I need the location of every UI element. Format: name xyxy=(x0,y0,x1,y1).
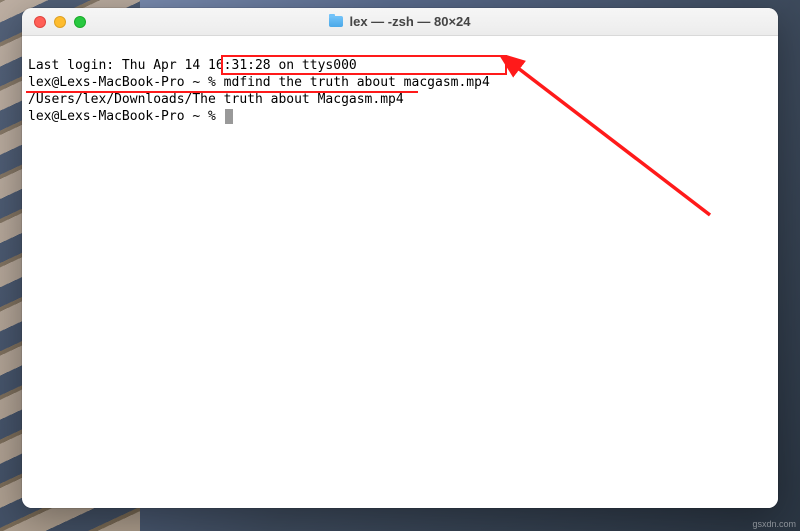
maximize-icon[interactable] xyxy=(74,16,86,28)
watermark: gsxdn.com xyxy=(752,519,796,529)
window-title: lex — -zsh — 80×24 xyxy=(349,14,470,29)
result-line: /Users/lex/Downloads/The truth about Mac… xyxy=(28,91,772,108)
traffic-lights xyxy=(22,16,86,28)
shell-prompt: lex@Lexs-MacBook-Pro ~ % xyxy=(28,75,224,90)
terminal-content[interactable]: Last login: Thu Apr 14 16:31:28 on ttys0… xyxy=(22,36,778,508)
prompt-line: lex@Lexs-MacBook-Pro ~ % xyxy=(28,108,772,125)
entered-command: mdfind the truth about macgasm.mp4 xyxy=(224,75,490,90)
shell-prompt: lex@Lexs-MacBook-Pro ~ % xyxy=(28,109,224,124)
command-line: lex@Lexs-MacBook-Pro ~ % mdfind the trut… xyxy=(28,74,772,91)
title-center: lex — -zsh — 80×24 xyxy=(22,14,778,29)
window-titlebar[interactable]: lex — -zsh — 80×24 xyxy=(22,8,778,36)
close-icon[interactable] xyxy=(34,16,46,28)
last-login-value: Thu Apr 14 16:31:28 on ttys000 xyxy=(122,58,357,73)
cursor xyxy=(225,109,233,124)
command-output: /Users/lex/Downloads/The truth about Mac… xyxy=(28,92,404,107)
last-login-label: Last login: xyxy=(28,58,122,73)
minimize-icon[interactable] xyxy=(54,16,66,28)
terminal-window: lex — -zsh — 80×24 Last login: Thu Apr 1… xyxy=(22,8,778,508)
folder-icon xyxy=(329,16,343,27)
last-login-line: Last login: Thu Apr 14 16:31:28 on ttys0… xyxy=(28,57,772,74)
